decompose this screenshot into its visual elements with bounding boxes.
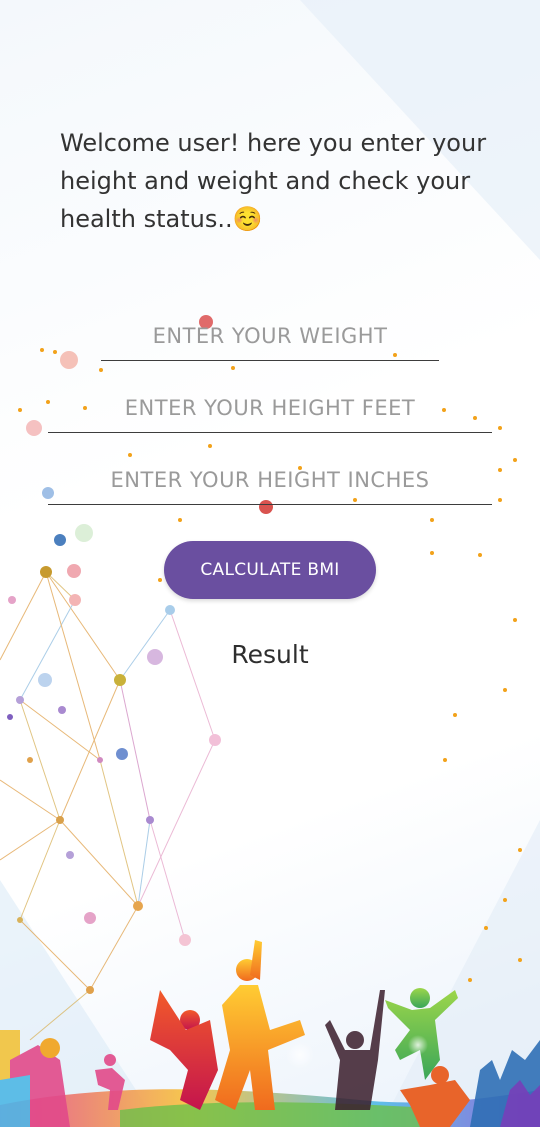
height-inches-input[interactable] (48, 462, 492, 505)
welcome-message: Welcome user! here you enter your height… (60, 129, 487, 233)
calculate-bmi-button[interactable]: CALCULATE BMI (164, 541, 376, 599)
height-feet-input[interactable] (48, 390, 492, 433)
result-label: Result (231, 640, 309, 669)
weight-input[interactable] (101, 318, 439, 361)
